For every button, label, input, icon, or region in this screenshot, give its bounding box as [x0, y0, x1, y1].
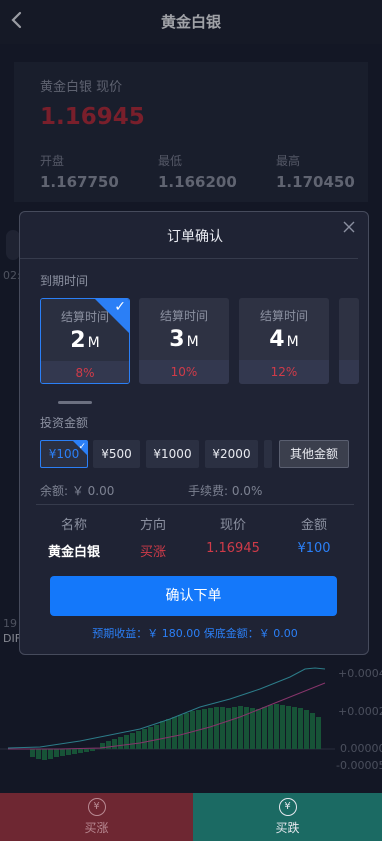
expected-return-text: 预期收益：￥ 180.00 保底金额：￥ 0.00: [92, 627, 298, 640]
period-rate: 10%: [139, 360, 229, 384]
buy-up-label: 买涨: [84, 821, 109, 835]
check-icon: ✓: [114, 299, 126, 315]
confirm-order-button[interactable]: 确认下单: [50, 576, 337, 616]
amount-option-100[interactable]: ¥100 ✓: [40, 440, 88, 468]
other-amount-button[interactable]: 其他金额: [279, 440, 349, 468]
yen-coin-icon: ¥: [87, 798, 106, 816]
balance-text: 余额: ￥ 0.00: [40, 484, 115, 498]
amount-option-500[interactable]: ¥500: [93, 440, 140, 468]
amount-option-2000[interactable]: ¥2000: [205, 440, 258, 468]
divider: [36, 504, 354, 505]
divider: [20, 258, 358, 259]
order-price: 1.16945: [206, 541, 260, 556]
yen-coin-icon: ¥: [278, 798, 297, 816]
period-value: 4: [269, 327, 285, 352]
period-unit: M: [186, 334, 199, 350]
period-value: 2: [70, 328, 86, 353]
period-value: 3: [169, 327, 185, 352]
order-name: 黄金白银: [47, 545, 100, 560]
col-header-amount: 金额: [300, 518, 327, 533]
col-header-price: 现价: [219, 518, 246, 533]
scroll-indicator: [58, 401, 92, 404]
buy-down-label: 买跌: [275, 821, 300, 835]
amount-option-partial[interactable]: [264, 440, 272, 468]
close-icon[interactable]: [342, 218, 356, 239]
period-option-partial[interactable]: [339, 298, 359, 384]
period-unit: M: [286, 334, 299, 350]
order-direction: 买涨: [139, 545, 166, 560]
period-label: 结算时间: [259, 309, 308, 323]
dialog-title: 订单确认: [167, 229, 223, 245]
col-header-direction: 方向: [139, 518, 166, 533]
period-option-4m[interactable]: 结算时间 4M 12%: [239, 298, 329, 384]
period-rate: 8%: [41, 361, 129, 383]
period-rate: 12%: [239, 360, 329, 384]
order-amount: ¥100: [297, 541, 331, 556]
fee-text: 手续费: 0.0%: [188, 484, 263, 498]
period-option-2m[interactable]: 结算时间 2M 8% ✓: [40, 298, 130, 384]
amount-option-1000[interactable]: ¥1000: [146, 440, 199, 468]
amount-label: 投资金额: [40, 416, 89, 430]
buy-up-button[interactable]: ¥ 买涨: [0, 793, 193, 841]
expiry-label: 到期时间: [40, 274, 89, 288]
order-confirm-dialog: 订单确认 到期时间 结算时间 2M 8% ✓ 结算时间 3M 10% 结算时间: [19, 211, 369, 655]
col-header-name: 名称: [60, 518, 87, 533]
period-option-3m[interactable]: 结算时间 3M 10%: [139, 298, 229, 384]
period-label: 结算时间: [159, 309, 208, 323]
period-unit: M: [87, 335, 100, 351]
check-icon: ✓: [78, 442, 86, 452]
page: 黄金白银 黄金白银 现价 1.16945 开盘 1.167750 最低 1.16…: [0, 0, 382, 841]
buy-down-button[interactable]: ¥ 买跌: [193, 793, 382, 841]
